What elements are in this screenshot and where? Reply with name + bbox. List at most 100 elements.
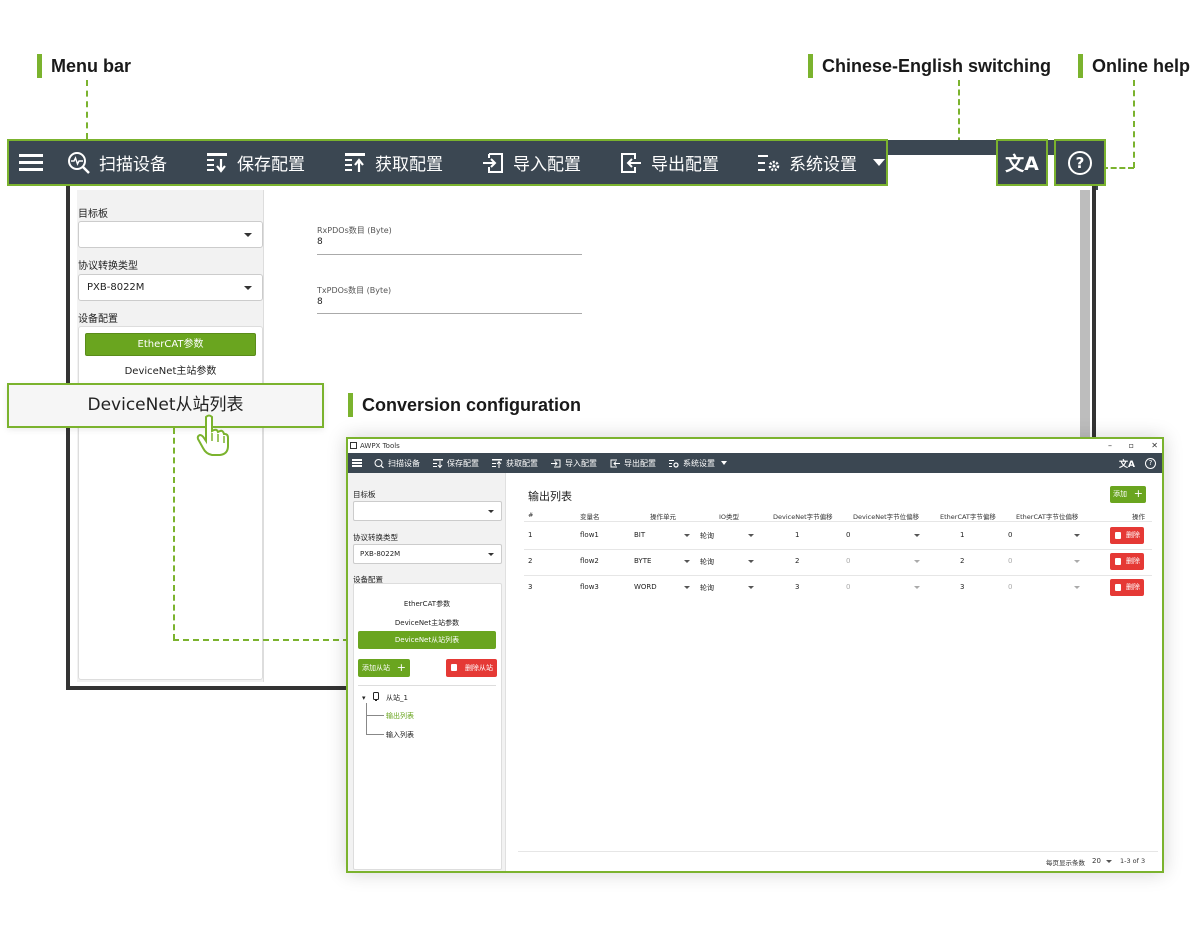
delete-slave-button[interactable]: 删除从站 (446, 659, 497, 677)
row-ec-bit-select[interactable]: 0 (1008, 557, 1012, 565)
chevron-down-icon (748, 586, 754, 589)
get-config-button[interactable]: 获取配置 (343, 141, 443, 184)
minimize-icon[interactable]: – (1108, 439, 1112, 453)
inset-import-button[interactable]: 导入配置 (551, 458, 597, 469)
row-var-name[interactable]: flow3 (580, 583, 599, 591)
row-dn-bit-select[interactable]: 0 (846, 531, 850, 539)
export-config-label: 导出配置 (651, 155, 719, 175)
help-icon[interactable]: ? (1145, 457, 1156, 469)
row-dn-byte[interactable]: 1 (795, 531, 799, 539)
row-delete-button[interactable]: 删除 (1110, 527, 1144, 544)
callout-leader-h (173, 639, 359, 641)
row-io-select[interactable]: 轮询 (700, 557, 714, 567)
bg-protocol-label: 协议转换类型 (78, 261, 138, 272)
translate-icon[interactable]: 文A (1119, 457, 1135, 470)
row-var-name[interactable]: flow1 (580, 531, 599, 539)
row-io-select[interactable]: 轮询 (700, 531, 714, 541)
inset-ethercat-item[interactable]: EtherCAT参数 (358, 599, 496, 609)
header-dn-byte-offset: DeviceNet字节偏移 (773, 513, 833, 521)
upload-icon (343, 151, 367, 175)
inset-settings-label: 系统设置 (683, 458, 715, 468)
maximize-icon[interactable]: ▫ (1129, 439, 1134, 453)
tx-pdo-value[interactable]: 8 (317, 297, 323, 307)
tree-slave-1[interactable]: 从站_1 (386, 693, 408, 703)
row-unit-select[interactable]: WORD (634, 583, 657, 591)
header-actions: 操作 (1132, 513, 1145, 521)
tree-branch (366, 734, 384, 735)
bg-scrollbar[interactable] (1080, 190, 1090, 440)
settings-gear-icon (757, 151, 781, 175)
bg-ethercat-button[interactable]: EtherCAT参数 (85, 333, 256, 356)
scan-device-button[interactable]: 扫描设备 (67, 141, 167, 184)
header-index: # (528, 511, 534, 519)
device-icon (373, 692, 379, 703)
export-config-button[interactable]: 导出配置 (619, 141, 719, 184)
inset-devicenet-master-item[interactable]: DeviceNet主站参数 (358, 618, 496, 628)
tree-expand-icon[interactable]: ▾ (362, 694, 366, 702)
bg-target-select[interactable] (78, 221, 263, 248)
rows-per-page-select[interactable]: 20 (1092, 857, 1101, 865)
inset-settings-button[interactable]: 系统设置 (669, 458, 727, 469)
rows-per-page-label: 每页显示条数 (1046, 859, 1085, 867)
row-dn-bit-select[interactable]: 0 (846, 583, 850, 591)
language-annotation: Chinese-English switching (808, 54, 1051, 78)
tree-output-list[interactable]: 输出列表 (386, 711, 414, 721)
row-ec-byte[interactable]: 1 (960, 531, 964, 539)
menu-bar: 扫描设备 保存配置 获取配置 导入配置 导出配置 系统设置 (7, 139, 888, 186)
row-var-name[interactable]: flow2 (580, 557, 599, 565)
row-ec-bit-select[interactable]: 0 (1008, 531, 1012, 539)
row-delete-label: 删除 (1126, 583, 1140, 591)
hamburger-menu-icon[interactable] (13, 141, 51, 184)
tree-input-list[interactable]: 输入列表 (386, 730, 414, 740)
upload-icon (492, 458, 502, 468)
online-help-button[interactable]: ? (1054, 139, 1106, 186)
chevron-down-icon[interactable] (721, 461, 727, 465)
row-dn-byte[interactable]: 3 (795, 583, 799, 591)
inset-get-button[interactable]: 获取配置 (492, 458, 538, 469)
chevron-down-icon (684, 586, 690, 589)
chevron-down-icon (1074, 586, 1080, 589)
row-io-select[interactable]: 轮询 (700, 583, 714, 593)
bg-devicenet-master-item[interactable]: DeviceNet主站参数 (85, 362, 256, 377)
row-dn-bit-select[interactable]: 0 (846, 557, 850, 565)
inset-side-divider (358, 685, 496, 686)
inset-export-button[interactable]: 导出配置 (610, 458, 656, 469)
system-settings-button[interactable]: 系统设置 (757, 141, 885, 184)
save-config-button[interactable]: 保存配置 (205, 141, 305, 184)
add-row-label: 添加 (1113, 490, 1127, 498)
add-slave-button[interactable]: 添加从站 + (358, 659, 410, 677)
row-unit-select[interactable]: BYTE (634, 557, 651, 565)
row-unit-select[interactable]: BIT (634, 531, 645, 539)
row-ec-byte[interactable]: 3 (960, 583, 964, 591)
import-config-button[interactable]: 导入配置 (481, 141, 581, 184)
row-index: 1 (528, 531, 533, 539)
language-switch-button[interactable]: 文A (996, 139, 1048, 186)
row-delete-label: 删除 (1126, 531, 1140, 539)
row-ec-bit-select[interactable]: 0 (1008, 583, 1012, 591)
inset-scan-label: 扫描设备 (388, 458, 420, 468)
row-divider (524, 549, 1152, 550)
add-row-button[interactable]: 添加 + (1110, 486, 1146, 503)
row-delete-button[interactable]: 删除 (1110, 553, 1144, 570)
inset-devicenet-slave-list-item[interactable]: DeviceNet从站列表 (358, 631, 496, 649)
bg-protocol-value: PXB-8022M (87, 282, 145, 293)
hamburger-menu-icon[interactable] (352, 459, 362, 467)
tree-connector (366, 703, 367, 735)
header-unit: 操作单元 (650, 513, 676, 521)
inset-save-button[interactable]: 保存配置 (433, 458, 479, 469)
inset-target-select[interactable] (353, 501, 502, 521)
devicenet-slave-list-callout[interactable]: DeviceNet从站列表 (7, 383, 324, 428)
chevron-down-icon[interactable] (873, 159, 885, 166)
row-ec-byte[interactable]: 2 (960, 557, 964, 565)
row-dn-byte[interactable]: 2 (795, 557, 799, 565)
inset-protocol-select[interactable]: PXB-8022M (353, 544, 502, 564)
bg-protocol-select[interactable]: PXB-8022M (78, 274, 263, 301)
row-delete-button[interactable]: 删除 (1110, 579, 1144, 596)
inset-scan-button[interactable]: 扫描设备 (374, 458, 420, 469)
inset-get-label: 获取配置 (506, 458, 538, 468)
chevron-down-icon (748, 534, 754, 537)
chevron-down-icon (1074, 560, 1080, 563)
app-icon (350, 442, 357, 449)
rx-pdo-value[interactable]: 8 (317, 237, 323, 247)
close-icon[interactable]: ✕ (1151, 439, 1158, 453)
